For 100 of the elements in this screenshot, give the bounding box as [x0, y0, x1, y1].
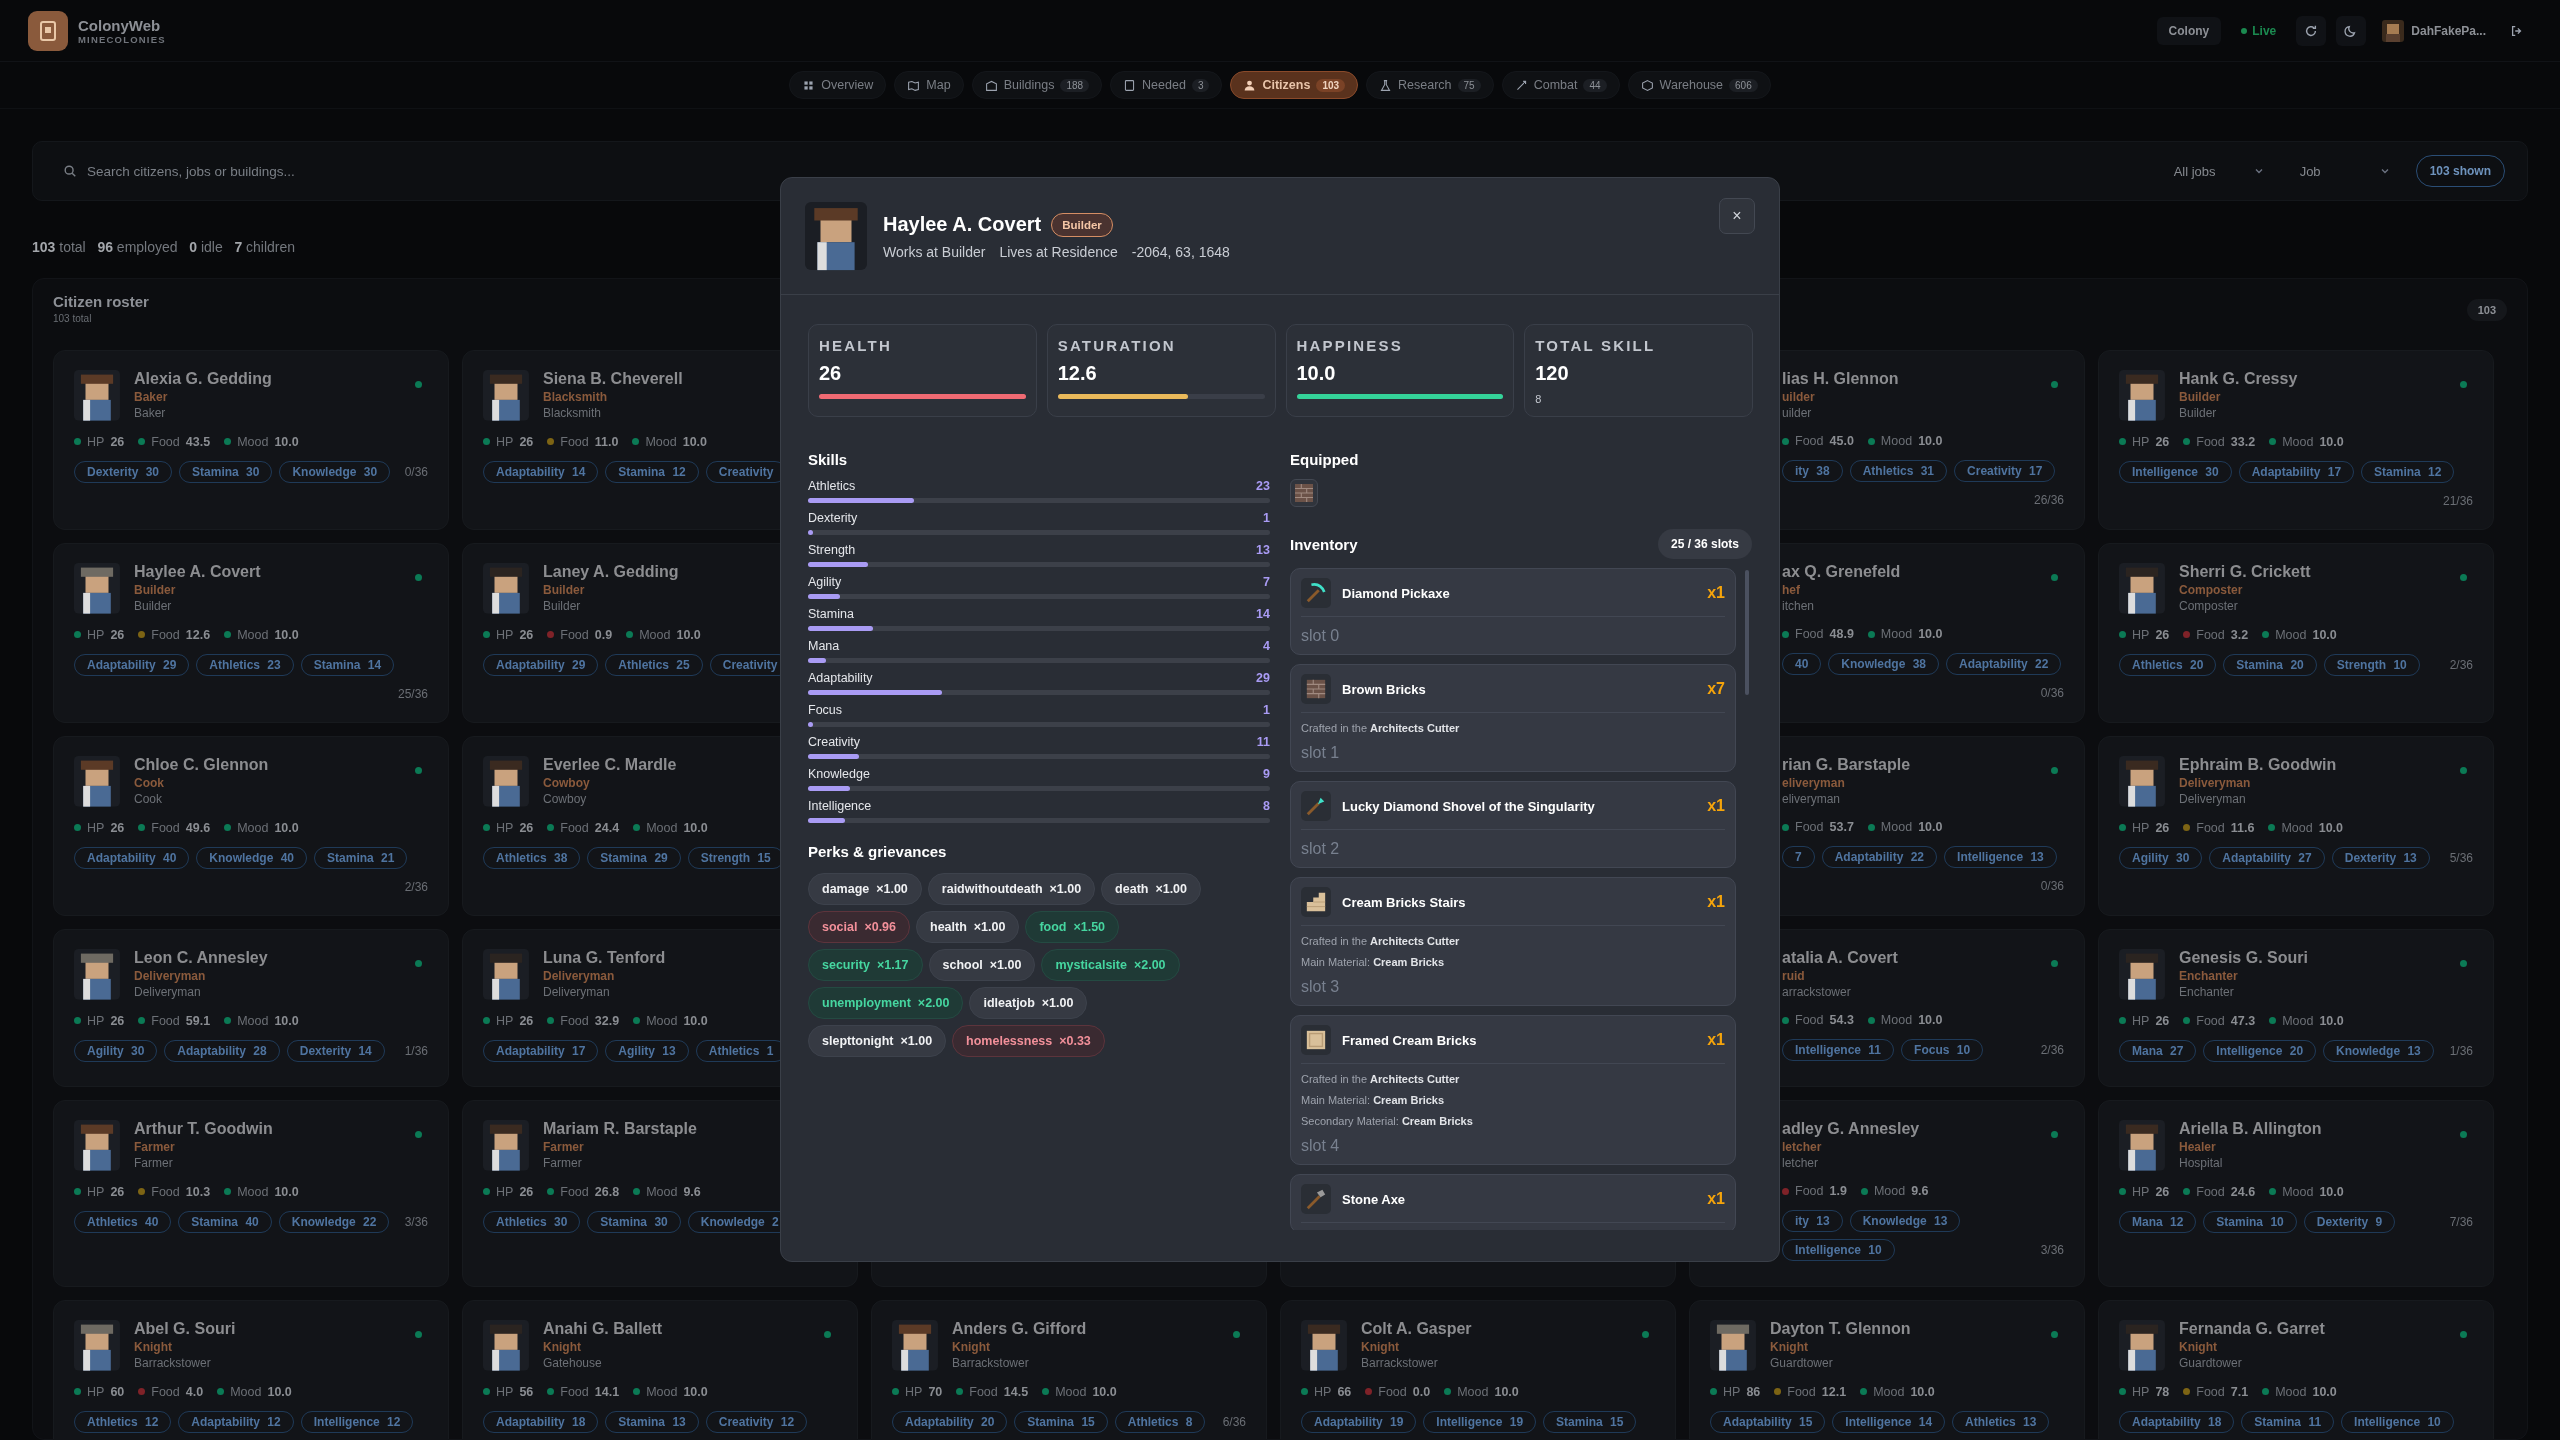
inventory-item[interactable]: Cream Bricks Stairs x1 Crafted in the Architects Cutter Main Material: Cream Bricks slot 3 [1290, 877, 1736, 1006]
citizen-job: Knight [543, 1340, 582, 1354]
skill-value: 13 [1256, 543, 1270, 557]
close-button[interactable]: × [1719, 198, 1755, 234]
perk-tag: raidwithoutdeath ×1.00 [927, 873, 1096, 905]
citizen-job: Knight [952, 1340, 991, 1354]
stat-label: HP [87, 820, 105, 835]
citizen-job: Deliveryman [543, 969, 616, 983]
stat-label: Food [1795, 820, 1824, 834]
avatar [1710, 1320, 1756, 1371]
citizen-card[interactable]: Chloe C. Glennon Cook Cook HP 26 Food 49.6 Mood 10.0 Adaptability 40 Knowledge 40 Stamina 21 2/36 [53, 736, 449, 916]
nav-tab[interactable]: Map [894, 71, 964, 99]
nav-tab[interactable]: Combat 44 [1501, 71, 1620, 99]
item-detail: Crafted in the Architects Cutter [1301, 1073, 1461, 1085]
stat-value: 10.0 [682, 434, 708, 449]
theme-button[interactable] [2336, 15, 2367, 46]
inventory-item[interactable]: Framed Cream Bricks x1 Crafted in the Architects Cutter Main Material: Cream Bricks Secondary Material: Cream Bricks slot 4 [1290, 1015, 1736, 1165]
avatar [483, 1320, 529, 1371]
section-title: Equipped [1290, 451, 1360, 468]
inventory-item[interactable]: Lucky Diamond Shovel of the Singularity x1 slot 2 [1290, 781, 1736, 868]
colony-button[interactable]: Colony [2156, 16, 2222, 45]
stat-label: Food [1795, 1013, 1824, 1027]
citizen-card[interactable]: Ariella B. Allington Healer Hospital HP 26 Food 24.6 Mood 10.0 Mana 12 Stamina 10 Dexterity 9 7/36 [2098, 1100, 2494, 1287]
citizen-card[interactable]: Arthur T. Goodwin Farmer Farmer HP 26 Food 10.3 Mood 10.0 Athletics 40 Stamina 40 Knowledge 22 3/36 [53, 1100, 449, 1287]
skill-value: 23 [1256, 479, 1270, 493]
citizen-card[interactable]: Sherri G. Crickett Composter Composter HP 26 Food 3.2 Mood 10.0 Athletics 20 Stamina 20 Strength 10 2/36 [2098, 543, 2494, 723]
skill-name: Creativity [808, 735, 861, 749]
caret-icon [2253, 166, 2264, 176]
item-name: Brown Bricks [1342, 681, 1427, 697]
citizen-card[interactable]: Colt A. Gasper Knight Barrackstower HP 66 Food 0.0 Mood 10.0 Adaptability 19 Intelligence 19 Stamina 15 [1280, 1300, 1676, 1439]
citizen-building: Builder [543, 599, 582, 613]
stat-note: 8 [1535, 393, 1543, 405]
stat-label: Food [560, 1384, 589, 1399]
slot-count: 3/36 [2040, 1242, 2064, 1259]
stat-value: 10.0 [274, 627, 299, 642]
stat-value: 26 [110, 627, 125, 642]
citizen-name: Luna G. Tenford [543, 949, 666, 967]
workplace-text: Works at Builder [883, 243, 986, 260]
stat-label: HP [2132, 1384, 2150, 1399]
refresh-button[interactable] [2296, 15, 2327, 46]
stat-value: 9.6 [1911, 1184, 1929, 1198]
citizen-card[interactable]: Anders G. Gifford Knight Barrackstower HP 70 Food 14.5 Mood 10.0 Adaptability 20 Stamina 15 Athletics 8 6/36 [871, 1300, 1267, 1439]
citizen-building: Gatehouse [543, 1356, 603, 1370]
stat-label: Mood [2275, 627, 2307, 642]
clipboard-icon [1123, 78, 1137, 92]
citizen-card[interactable]: Anahi G. Ballett Knight Gatehouse HP 56 Food 14.1 Mood 10.0 Adaptability 18 Stamina 13 Creativity 12 [462, 1300, 858, 1439]
search-field[interactable]: Search citizens, jobs or buildings... [87, 159, 687, 183]
citizen-card[interactable]: Dayton T. Glennon Knight Guardtower HP 86 Food 12.1 Mood 10.0 Adaptability 15 Intelligence 14 Athletics 13 [1689, 1300, 2085, 1439]
avatar [2119, 563, 2165, 614]
citizen-job: Enchanter [2179, 969, 2239, 983]
stat-value: 60 [110, 1384, 125, 1399]
nav-tab[interactable]: Citizens 103 [1230, 71, 1359, 99]
nav-tab[interactable]: Warehouse 606 [1627, 71, 1771, 99]
citizen-card[interactable]: Leon C. Annesley Deliveryman Deliveryman HP 26 Food 59.1 Mood 10.0 Agility 30 Adaptability 28 Dexterity 14 1/36 [53, 929, 449, 1087]
inventory-item[interactable]: Brown Bricks x7 Crafted in the Architects Cutter slot 1 [1290, 664, 1736, 772]
avatar [483, 563, 529, 614]
stat-value: 26.8 [594, 1184, 620, 1199]
stat-value: 11.0 [594, 434, 619, 449]
citizen-name: Arthur T. Goodwin [134, 1120, 273, 1138]
citizen-building: Baker [134, 406, 167, 420]
pickaxe-icon [1305, 582, 1327, 604]
citizen-card[interactable]: Ephraim B. Goodwin Deliveryman Deliveryman HP 26 Food 11.6 Mood 10.0 Agility 30 Adaptability 27 Dexterity 13 5/36 [2098, 736, 2494, 916]
stat-label: HP [2132, 820, 2150, 835]
stat-value: 10.0 [2312, 1384, 2337, 1399]
stat-value: 10.0 [683, 820, 708, 835]
stat-label: Mood [1880, 434, 1913, 448]
scrollbar[interactable] [1745, 570, 1749, 695]
citizen-card[interactable]: Abel G. Souri Knight Barrackstower HP 60 Food 4.0 Mood 10.0 Athletics 12 Adaptability 12 Intelligence 12 [53, 1300, 449, 1439]
stat-value: 10.0 [274, 434, 299, 449]
citizen-job: Composter [2179, 583, 2244, 597]
citizen-card[interactable]: Genesis G. Souri Enchanter Enchanter HP 26 Food 47.3 Mood 10.0 Mana 27 Intelligence 20 Knowledge 13 1/36 [2098, 929, 2494, 1087]
citizen-name: Chloe C. Glennon [134, 756, 269, 774]
skill-name: Stamina [808, 607, 854, 621]
inventory-item[interactable]: Diamond Pickaxe x1 slot 0 [1290, 568, 1736, 655]
stat-label: HP [87, 627, 105, 642]
nav-tab[interactable]: Overview [789, 71, 887, 99]
citizen-card[interactable]: Fernanda G. Garret Knight Guardtower HP 78 Food 7.1 Mood 10.0 Adaptability 18 Stamina 11 Intelligence 10 [2098, 1300, 2494, 1439]
nav-tab[interactable]: Research 75 [1366, 71, 1494, 99]
nav-tab[interactable]: Needed 3 [1110, 71, 1223, 99]
item-detail: Crafted in the Architects Cutter [1301, 722, 1461, 734]
citizen-job: Deliveryman [2179, 776, 2252, 790]
caret-icon [2379, 166, 2390, 176]
flask-icon [1379, 78, 1393, 92]
citizen-card[interactable]: Hank G. Cressy Builder Builder HP 26 Food 33.2 Mood 10.0 Intelligence 30 Adaptability 17 Stamina 12 21/36 [2098, 350, 2494, 530]
slot-count-badge: 25 / 36 slots [1657, 529, 1752, 559]
stat-value: 10.0 [2312, 627, 2337, 642]
slot-count: 1/36 [404, 1042, 428, 1060]
citizen-card[interactable]: Haylee A. Covert Builder Builder HP 26 Food 12.6 Mood 10.0 Adaptability 29 Athletics 23 Stamina 14 25/36 [53, 543, 449, 723]
nav-tab[interactable]: Buildings 188 [971, 71, 1103, 99]
citizen-card[interactable]: Alexia G. Gedding Baker Baker HP 26 Food 43.5 Mood 10.0 Dexterity 30 Stamina 30 Knowledge 30 0/36 [53, 350, 449, 530]
stat-label: Mood [645, 434, 677, 449]
stat-label: HP [2132, 434, 2150, 449]
citizen-job: Knight [1361, 1340, 1400, 1354]
stat-value: 10.0 [274, 820, 299, 835]
coordinates-text: -2064, 63, 1648 [1131, 243, 1230, 260]
inventory-item[interactable]: Stone Axe x1 [1290, 1174, 1736, 1230]
citizen-building: Barrackstower [134, 1356, 212, 1370]
stat-label: HP [496, 1184, 514, 1199]
citizen-name: Anahi G. Ballett [543, 1320, 663, 1338]
user-menu[interactable]: DahFakePa... [2376, 18, 2492, 43]
